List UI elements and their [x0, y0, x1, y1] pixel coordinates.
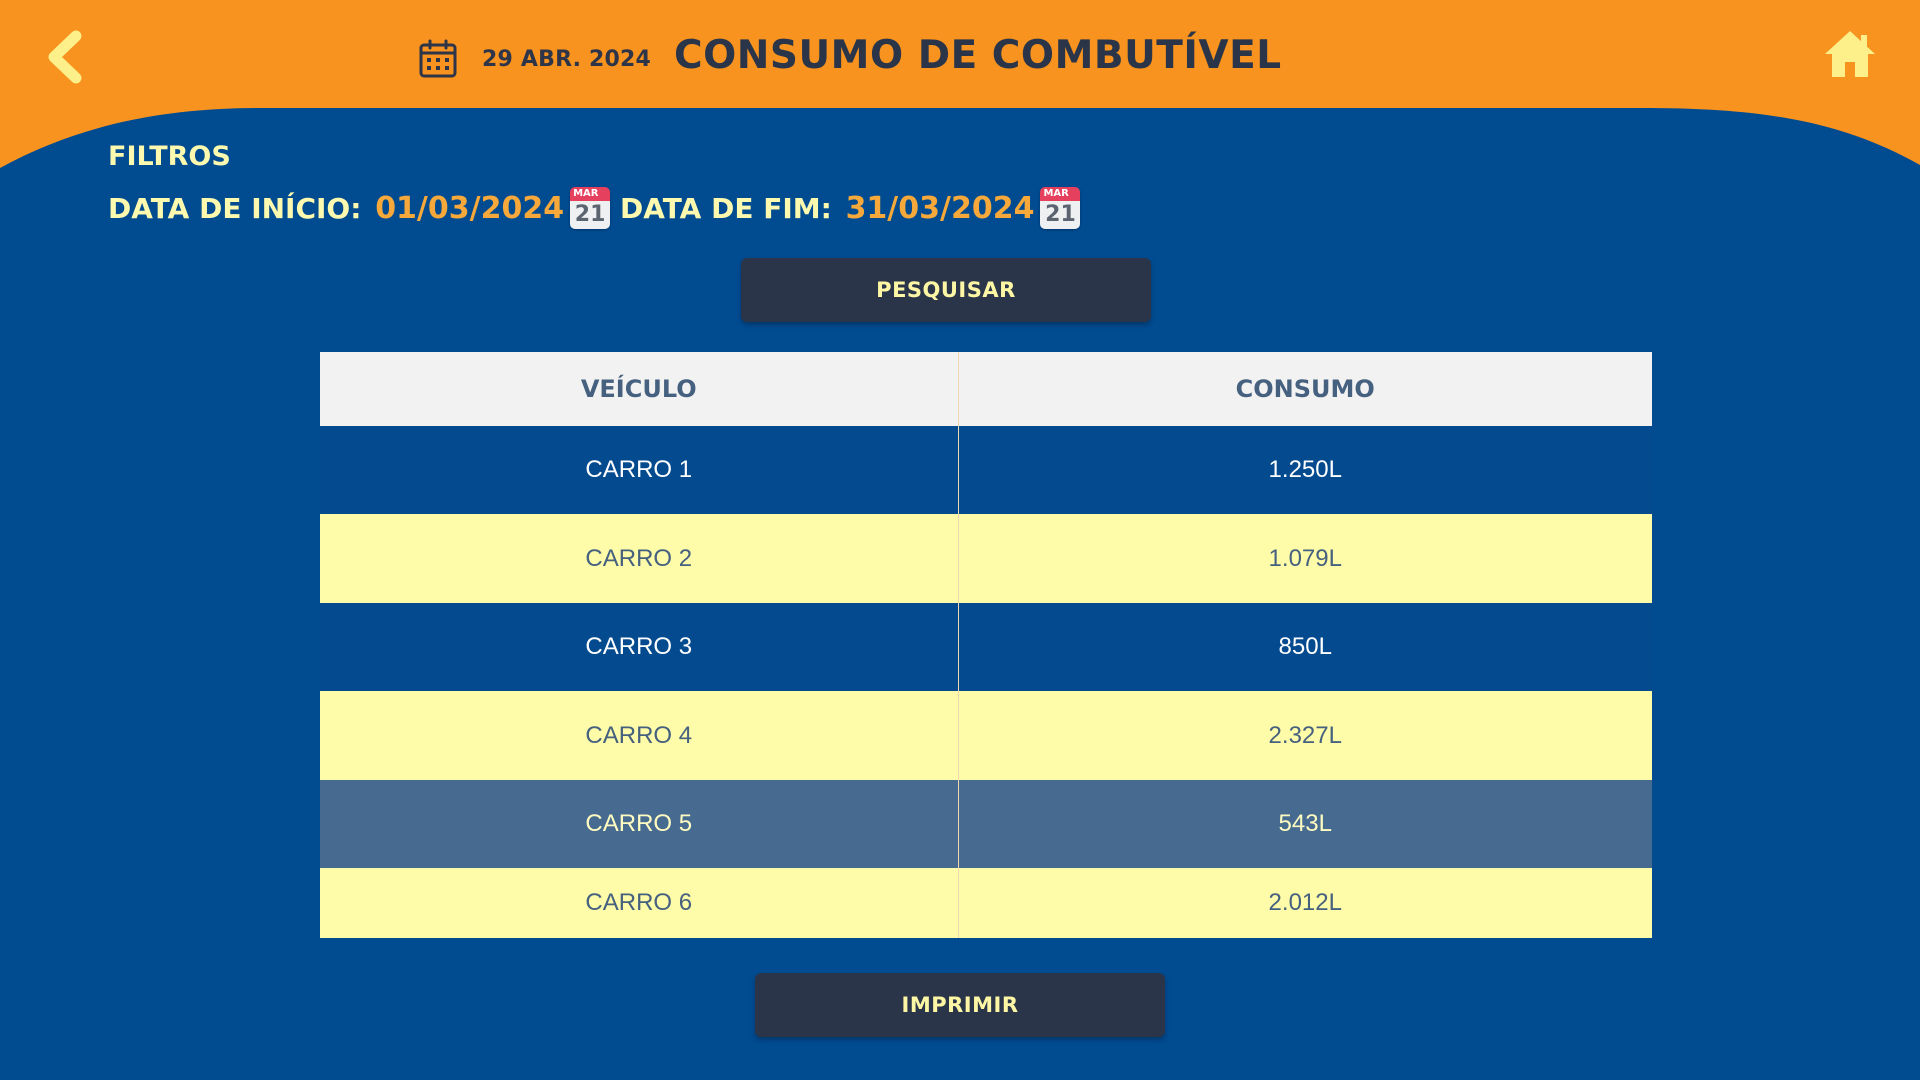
end-date-picker-icon[interactable]: MAR 21: [1040, 187, 1081, 229]
calendar-icon: [419, 39, 457, 78]
picker-month: MAR: [1040, 187, 1081, 201]
table-row[interactable]: CARRO 1 1.250L: [320, 426, 1652, 514]
table-row[interactable]: CARRO 3 850L: [320, 603, 1652, 691]
vehicle-cell: CARRO 5: [320, 780, 958, 868]
consumption-cell: 1.250L: [957, 426, 1652, 514]
current-date-group: 29 ABR. 2024: [418, 36, 651, 82]
search-button[interactable]: PESQUISAR: [741, 258, 1151, 322]
chevron-left-icon: [48, 30, 82, 84]
end-date-value[interactable]: 31/03/2024: [846, 191, 1035, 226]
consumption-table: VEÍCULO CONSUMO CARRO 1 1.250L CARRO 2 1…: [320, 352, 1652, 938]
home-icon: [1825, 31, 1875, 77]
current-date: 29 ABR. 2024: [482, 46, 652, 72]
picker-month: MAR: [570, 187, 611, 201]
picker-day: 21: [1040, 201, 1081, 229]
table-header-row: VEÍCULO CONSUMO: [320, 352, 1652, 426]
back-button[interactable]: [44, 30, 88, 84]
consumption-cell: 1.079L: [957, 514, 1652, 603]
start-date-value[interactable]: 01/03/2024: [375, 191, 564, 226]
start-date-filter: DATA DE INÍCIO: 01/03/2024 MAR 21: [108, 186, 611, 230]
start-date-label: DATA DE INÍCIO:: [108, 191, 372, 225]
table-row[interactable]: CARRO 6 2.012L: [320, 868, 1652, 938]
table-row-selected[interactable]: CARRO 5 543L: [320, 780, 1652, 868]
print-button[interactable]: IMPRIMIR: [755, 973, 1165, 1037]
column-header-vehicle: VEÍCULO: [320, 352, 958, 426]
page-title: CONSUMO DE COMBUTÍVEL: [674, 33, 1282, 78]
table-row[interactable]: CARRO 2 1.079L: [320, 514, 1652, 603]
home-button[interactable]: [1822, 28, 1878, 80]
consumption-cell: 2.012L: [957, 868, 1652, 938]
vehicle-cell: CARRO 3: [320, 603, 958, 691]
column-header-consumption: CONSUMO: [957, 352, 1652, 426]
filters-title: FILTROS: [108, 141, 231, 172]
vehicle-cell: CARRO 1: [320, 426, 958, 514]
end-date-filter: DATA DE FIM: 31/03/2024 MAR 21: [620, 186, 1081, 230]
vehicle-cell: CARRO 6: [320, 868, 958, 938]
consumption-cell: 850L: [957, 603, 1652, 691]
table-row[interactable]: CARRO 4 2.327L: [320, 691, 1652, 780]
vehicle-cell: CARRO 2: [320, 514, 958, 603]
header-bar: [0, 0, 1920, 168]
end-date-label: DATA DE FIM:: [620, 191, 842, 225]
start-date-picker-icon[interactable]: MAR 21: [570, 187, 611, 229]
vehicle-cell: CARRO 4: [320, 691, 958, 780]
consumption-cell: 543L: [957, 780, 1652, 868]
consumption-cell: 2.327L: [957, 691, 1652, 780]
picker-day: 21: [570, 201, 611, 229]
